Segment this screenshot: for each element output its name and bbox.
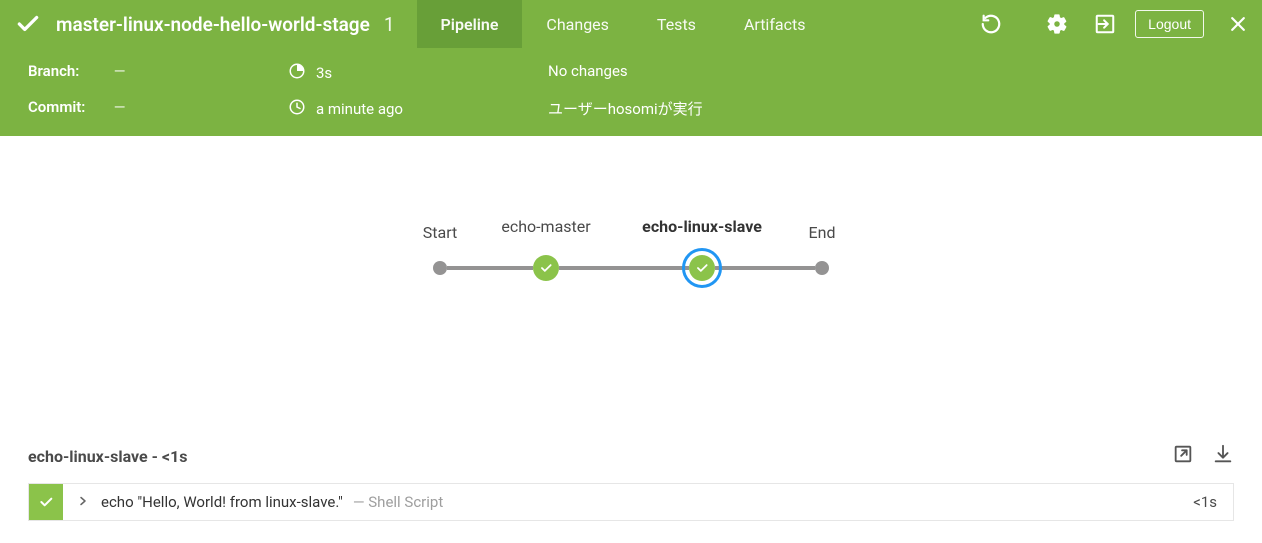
- finished-field: a minute ago: [288, 98, 538, 120]
- pipeline-edge: [559, 266, 689, 270]
- stage-echo-master[interactable]: echo-master: [533, 255, 559, 281]
- pipeline-edge: [447, 266, 533, 270]
- tab-artifacts[interactable]: Artifacts: [720, 0, 830, 48]
- branch-value: —: [114, 62, 126, 80]
- stage-start[interactable]: Start: [433, 261, 447, 275]
- stage-dot: [433, 261, 447, 275]
- stage-label: Start: [423, 223, 457, 242]
- step-meta: — Shell Script: [353, 493, 443, 511]
- exit-icon[interactable]: [1081, 0, 1129, 48]
- stage-label: End: [809, 223, 836, 242]
- stage-label: echo-master: [501, 217, 590, 236]
- branch-label: Branch:: [28, 62, 98, 80]
- branch-field: Branch: —: [28, 62, 278, 84]
- log-step-row[interactable]: echo "Hello, World! from linux-slave." —…: [28, 483, 1234, 521]
- changes-field: No changes: [548, 62, 1234, 84]
- run-number: 1: [384, 0, 395, 48]
- stage-end[interactable]: End: [815, 261, 829, 275]
- stage-node-selected: [689, 255, 715, 281]
- clock-icon: [288, 98, 306, 120]
- commit-label: Commit:: [28, 98, 98, 116]
- status-check-icon: [0, 0, 56, 48]
- chevron-right-icon: [77, 493, 89, 511]
- finished-value: a minute ago: [316, 100, 403, 118]
- log-section-title: echo-linux-slave - <1s: [28, 447, 187, 466]
- stage-dot: [815, 261, 829, 275]
- close-icon[interactable]: [1214, 0, 1262, 48]
- duration-icon: [288, 62, 306, 84]
- duration-field: 3s: [288, 62, 538, 84]
- commit-value: —: [114, 98, 126, 116]
- commit-field: Commit: —: [28, 98, 278, 120]
- tab-changes[interactable]: Changes: [522, 0, 633, 48]
- stage-node-success: [533, 255, 559, 281]
- open-externally-icon[interactable]: [1172, 443, 1194, 469]
- header-tabs: Pipeline Changes Tests Artifacts: [417, 0, 830, 48]
- gear-icon[interactable]: [1033, 0, 1081, 48]
- tab-pipeline[interactable]: Pipeline: [417, 0, 523, 48]
- stage-label: echo-linux-slave: [642, 217, 762, 236]
- log-section: echo-linux-slave - <1s echo "Hello, Worl…: [0, 443, 1262, 543]
- logout-button[interactable]: Logout: [1135, 10, 1204, 38]
- cause-field: ユーザーhosomiが実行: [548, 98, 1234, 120]
- step-duration: <1s: [1193, 493, 1217, 511]
- info-strip: Branch: — 3s No changes Commit: — a minu…: [0, 48, 1262, 136]
- tab-tests[interactable]: Tests: [633, 0, 720, 48]
- pipeline-edge: [715, 266, 815, 270]
- step-command: echo "Hello, World! from linux-slave.": [101, 493, 343, 511]
- duration-value: 3s: [316, 64, 332, 82]
- page-title: master-linux-node-hello-world-stage: [56, 0, 378, 48]
- step-status-success-icon: [29, 484, 63, 520]
- download-icon[interactable]: [1212, 443, 1234, 469]
- pipeline-graph: Start echo-master echo-linux-slave End: [0, 168, 1262, 368]
- rerun-icon[interactable]: [967, 0, 1015, 48]
- stage-echo-linux-slave[interactable]: echo-linux-slave: [689, 255, 715, 281]
